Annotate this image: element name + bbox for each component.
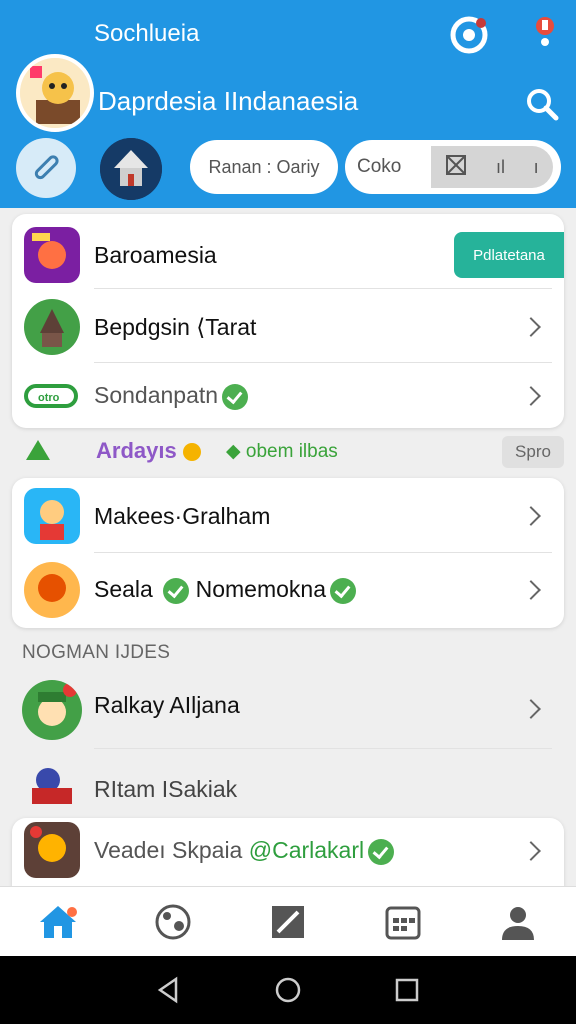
app-card-3: Veadeı Skpaia @Carlakarl: [12, 818, 564, 888]
globe-icon: [155, 904, 191, 939]
chevron-right-icon: [521, 841, 541, 861]
calendar-icon: [385, 906, 421, 939]
settings-ring-icon[interactable]: [446, 12, 492, 58]
app-card-2: Makees·Gralham Seala Nomemokna: [12, 478, 564, 628]
edit-pencil-icon: [34, 155, 59, 180]
profile-icon: [502, 906, 535, 940]
chevron-right-icon: [521, 386, 541, 406]
row-label: Sondanpatn: [94, 382, 249, 410]
strip-subtext[interactable]: ◆ obem ilbas: [226, 440, 338, 463]
row-label: Baroamesia: [94, 241, 217, 268]
verified-icon: [163, 577, 190, 604]
home-circle-icon[interactable]: [273, 975, 303, 1005]
divider: [94, 362, 552, 363]
warning-triangle-icon: [26, 440, 50, 460]
chevron-right-icon: [521, 699, 541, 719]
app-card-1: Baroamesia Pdlatetana Bepdgsin ⟨Tarat ot…: [12, 214, 564, 428]
search-icon[interactable]: [522, 84, 562, 124]
section-heading: NOGMAN IJDES: [22, 642, 171, 663]
divider: [94, 552, 552, 553]
status-badge[interactable]: Pdlatetana: [454, 232, 564, 278]
home-icon: [39, 905, 77, 938]
recents-icon[interactable]: [392, 975, 422, 1005]
bottom-nav: [0, 886, 576, 956]
row-label: Makees·Gralham: [94, 502, 271, 529]
edit-icon: [272, 905, 304, 938]
list-item[interactable]: Baroamesia Pdlatetana: [12, 222, 564, 288]
back-icon[interactable]: [154, 975, 184, 1005]
strip-button[interactable]: Spro: [502, 436, 564, 468]
list-item[interactable]: Seala Nomemokna: [12, 556, 564, 624]
filter-chip[interactable]: Ranan : Oariy: [190, 140, 338, 194]
chevron-right-icon: [521, 580, 541, 600]
app-icon: otro: [24, 368, 84, 424]
chip-action-group: ıl ı: [431, 146, 553, 188]
app-icon: [24, 227, 80, 283]
row-label: RItam ISakiak: [94, 776, 238, 802]
nav-calendar[interactable]: [346, 887, 461, 956]
app-icon: [24, 488, 80, 544]
verified-icon: [222, 383, 249, 410]
row-label: Veadeı Skpaia @Carlakarl: [94, 837, 395, 865]
list-item[interactable]: otro Sondanpatn: [12, 366, 564, 426]
edit-pencil-button[interactable]: [16, 138, 76, 198]
verified-icon: [368, 838, 395, 865]
nav-home[interactable]: [0, 887, 115, 956]
app-icon: [22, 680, 82, 740]
list-item[interactable]: Bepdgsin ⟨Tarat: [12, 294, 564, 360]
row-label: Seala Nomemokna: [94, 576, 356, 604]
divider: [94, 748, 552, 749]
chevron-right-icon: [521, 317, 541, 337]
app-icon: [24, 299, 80, 355]
app-icon: [24, 562, 80, 618]
list-item[interactable]: Makees·Gralham: [12, 482, 564, 550]
notification-icon[interactable]: [530, 12, 560, 52]
app-icon: [22, 758, 82, 818]
chip-action-3[interactable]: ı: [534, 157, 539, 178]
diamond-icon: ◆: [226, 441, 241, 462]
nav-profile[interactable]: [461, 887, 576, 956]
page-subtitle: Daprdesia IIndanaesia: [98, 86, 359, 116]
list-item[interactable]: Veadeı Skpaia @Carlakarl: [12, 818, 564, 884]
divider: [94, 288, 552, 289]
chevron-right-icon: [521, 506, 541, 526]
system-nav-bar: [0, 956, 576, 1024]
svg-text:otro: otro: [38, 392, 60, 404]
coin-icon: [182, 443, 201, 462]
nav-explore[interactable]: [115, 887, 230, 956]
close-box-icon[interactable]: [445, 154, 467, 181]
strip-title[interactable]: Ardayıs: [96, 438, 201, 464]
profile-avatar[interactable]: [16, 54, 94, 132]
app-header: Sochlueia Daprdesia IIndanaesia Ranan: …: [0, 0, 576, 208]
app-icon: [24, 822, 80, 878]
list-item[interactable]: Ralkay AIljana: [12, 674, 564, 744]
row-label: Bepdgsin ⟨Tarat: [94, 313, 257, 340]
row-label: Ralkay AIljana: [94, 692, 240, 718]
nav-edit[interactable]: [230, 887, 345, 956]
verified-icon: [330, 577, 356, 604]
game-avatar[interactable]: [100, 138, 162, 200]
chip-action-2[interactable]: ıl: [496, 157, 505, 178]
app-title: Sochlueia: [94, 20, 200, 47]
filter-chip-actions[interactable]: Coko ıl ı: [345, 140, 561, 194]
list-item[interactable]: RItam ISakiak: [12, 756, 564, 816]
chip-label: Coko: [357, 156, 402, 177]
